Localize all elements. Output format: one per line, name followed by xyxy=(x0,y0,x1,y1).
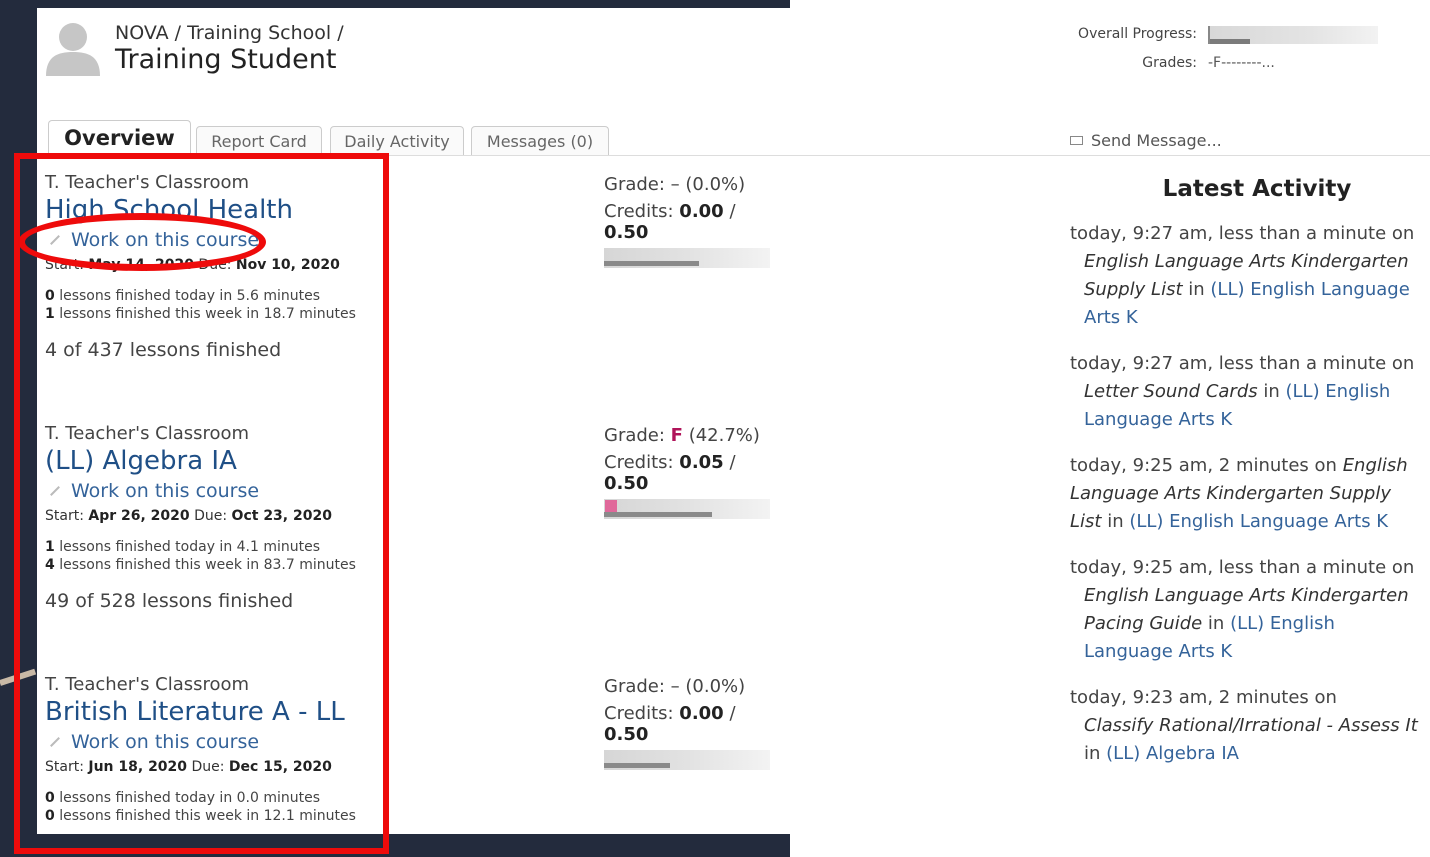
credits-separator: / xyxy=(723,201,736,222)
credits-earned: 0.05 xyxy=(679,452,724,473)
credits-earned: 0.00 xyxy=(679,201,724,222)
grade-percent: (0.0%) xyxy=(679,174,746,195)
grade-box: Grade: F (42.7%) Credits: 0.05 / 0.50 xyxy=(604,425,774,519)
credits-line: Credits: 0.00 / 0.50 xyxy=(604,201,774,243)
activity-in: in xyxy=(1084,743,1107,764)
credits-separator: / xyxy=(723,703,736,724)
activity-item: today, 9:25 am, less than a minute on En… xyxy=(1070,554,1420,666)
activity-lead: today, 9:23 am, 2 minutes on xyxy=(1070,687,1337,708)
activity-in: in xyxy=(1182,279,1211,300)
breadcrumb[interactable]: NOVA / Training School / xyxy=(115,22,344,44)
activity-lead: today, 9:27 am, less than a minute on xyxy=(1070,223,1415,244)
grades-label: Grades: xyxy=(1142,55,1197,71)
activity-lesson[interactable]: Classify Rational/Irrational - Assess It xyxy=(1084,715,1418,736)
credit-progress-bar xyxy=(604,499,770,519)
credits-total: 0.50 xyxy=(604,222,649,243)
activity-lead: today, 9:27 am, less than a minute on xyxy=(1070,353,1415,374)
activity-lead: today, 9:25 am, less than a minute on xyxy=(1070,557,1415,578)
latest-activity: Latest Activity today, 9:27 am, less tha… xyxy=(1070,176,1420,768)
grade-box: Grade: – (0.0%) Credits: 0.00 / 0.50 xyxy=(604,676,774,770)
grade-letter: – xyxy=(670,174,680,195)
latest-activity-title: Latest Activity xyxy=(1162,176,1352,202)
tab-overview[interactable]: Overview xyxy=(48,120,191,156)
grade-label: Grade: xyxy=(604,676,671,697)
credits-label: Credits: xyxy=(604,452,680,473)
credit-progress-bar xyxy=(604,248,770,268)
activity-in: in xyxy=(1101,511,1130,532)
credit-progress-fill xyxy=(604,512,712,517)
credits-line: Credits: 0.05 / 0.50 xyxy=(604,452,774,494)
credit-progress-fill xyxy=(604,261,699,266)
activity-course[interactable]: (LL) Algebra IA xyxy=(1106,743,1239,764)
activity-lead: today, 9:25 am, 2 minutes on xyxy=(1070,455,1337,476)
grade-line: Grade: – (0.0%) xyxy=(604,676,774,697)
tab-messages[interactable]: Messages (0) xyxy=(471,126,609,156)
tab-report-card[interactable]: Report Card xyxy=(196,126,322,156)
grade-percent: (42.7%) xyxy=(682,425,760,446)
grade-percent: (0.0%) xyxy=(679,676,746,697)
send-message-link[interactable]: Send Message... xyxy=(1070,131,1222,150)
activity-in: in xyxy=(1257,381,1286,402)
credits-earned: 0.00 xyxy=(679,703,724,724)
student-name: Training Student xyxy=(115,44,337,75)
activity-course[interactable]: (LL) English Language Arts K xyxy=(1129,511,1388,532)
activity-in: in xyxy=(1202,613,1231,634)
activity-item: today, 9:25 am, 2 minutes on English Lan… xyxy=(1070,452,1420,536)
activity-item: today, 9:27 am, less than a minute on En… xyxy=(1070,220,1420,332)
credits-total: 0.50 xyxy=(604,724,649,745)
credits-line: Credits: 0.00 / 0.50 xyxy=(604,703,774,745)
grade-label: Grade: xyxy=(604,174,671,195)
avatar-icon xyxy=(46,23,100,76)
grade-label: Grade: xyxy=(604,425,671,446)
credits-total: 0.50 xyxy=(604,473,649,494)
tab-daily-activity[interactable]: Daily Activity xyxy=(330,126,464,156)
overall-progress-bar xyxy=(1208,26,1378,44)
activity-lesson[interactable]: Letter Sound Cards xyxy=(1084,381,1258,402)
credits-label: Credits: xyxy=(604,201,680,222)
send-message-label: Send Message... xyxy=(1091,131,1222,150)
highlight-ellipse xyxy=(18,213,266,271)
grade-box: Grade: – (0.0%) Credits: 0.00 / 0.50 xyxy=(604,174,774,268)
grade-letter: F xyxy=(670,425,683,446)
overall-progress-fill xyxy=(1210,39,1251,44)
credit-progress-fill xyxy=(604,763,671,768)
credits-label: Credits: xyxy=(604,703,680,724)
overall-progress-label: Overall Progress: xyxy=(1078,26,1197,42)
credits-separator: / xyxy=(723,452,736,473)
grades-value: -F--------... xyxy=(1208,55,1275,71)
background-top xyxy=(0,0,790,8)
activity-item: today, 9:27 am, less than a minute on Le… xyxy=(1070,350,1420,434)
credit-progress-bar xyxy=(604,750,770,770)
grade-line: Grade: – (0.0%) xyxy=(604,174,774,195)
mail-icon xyxy=(1070,136,1083,145)
activity-item: today, 9:23 am, 2 minutes on Classify Ra… xyxy=(1070,684,1420,768)
grade-line: Grade: F (42.7%) xyxy=(604,425,774,446)
grade-letter: – xyxy=(670,676,680,697)
